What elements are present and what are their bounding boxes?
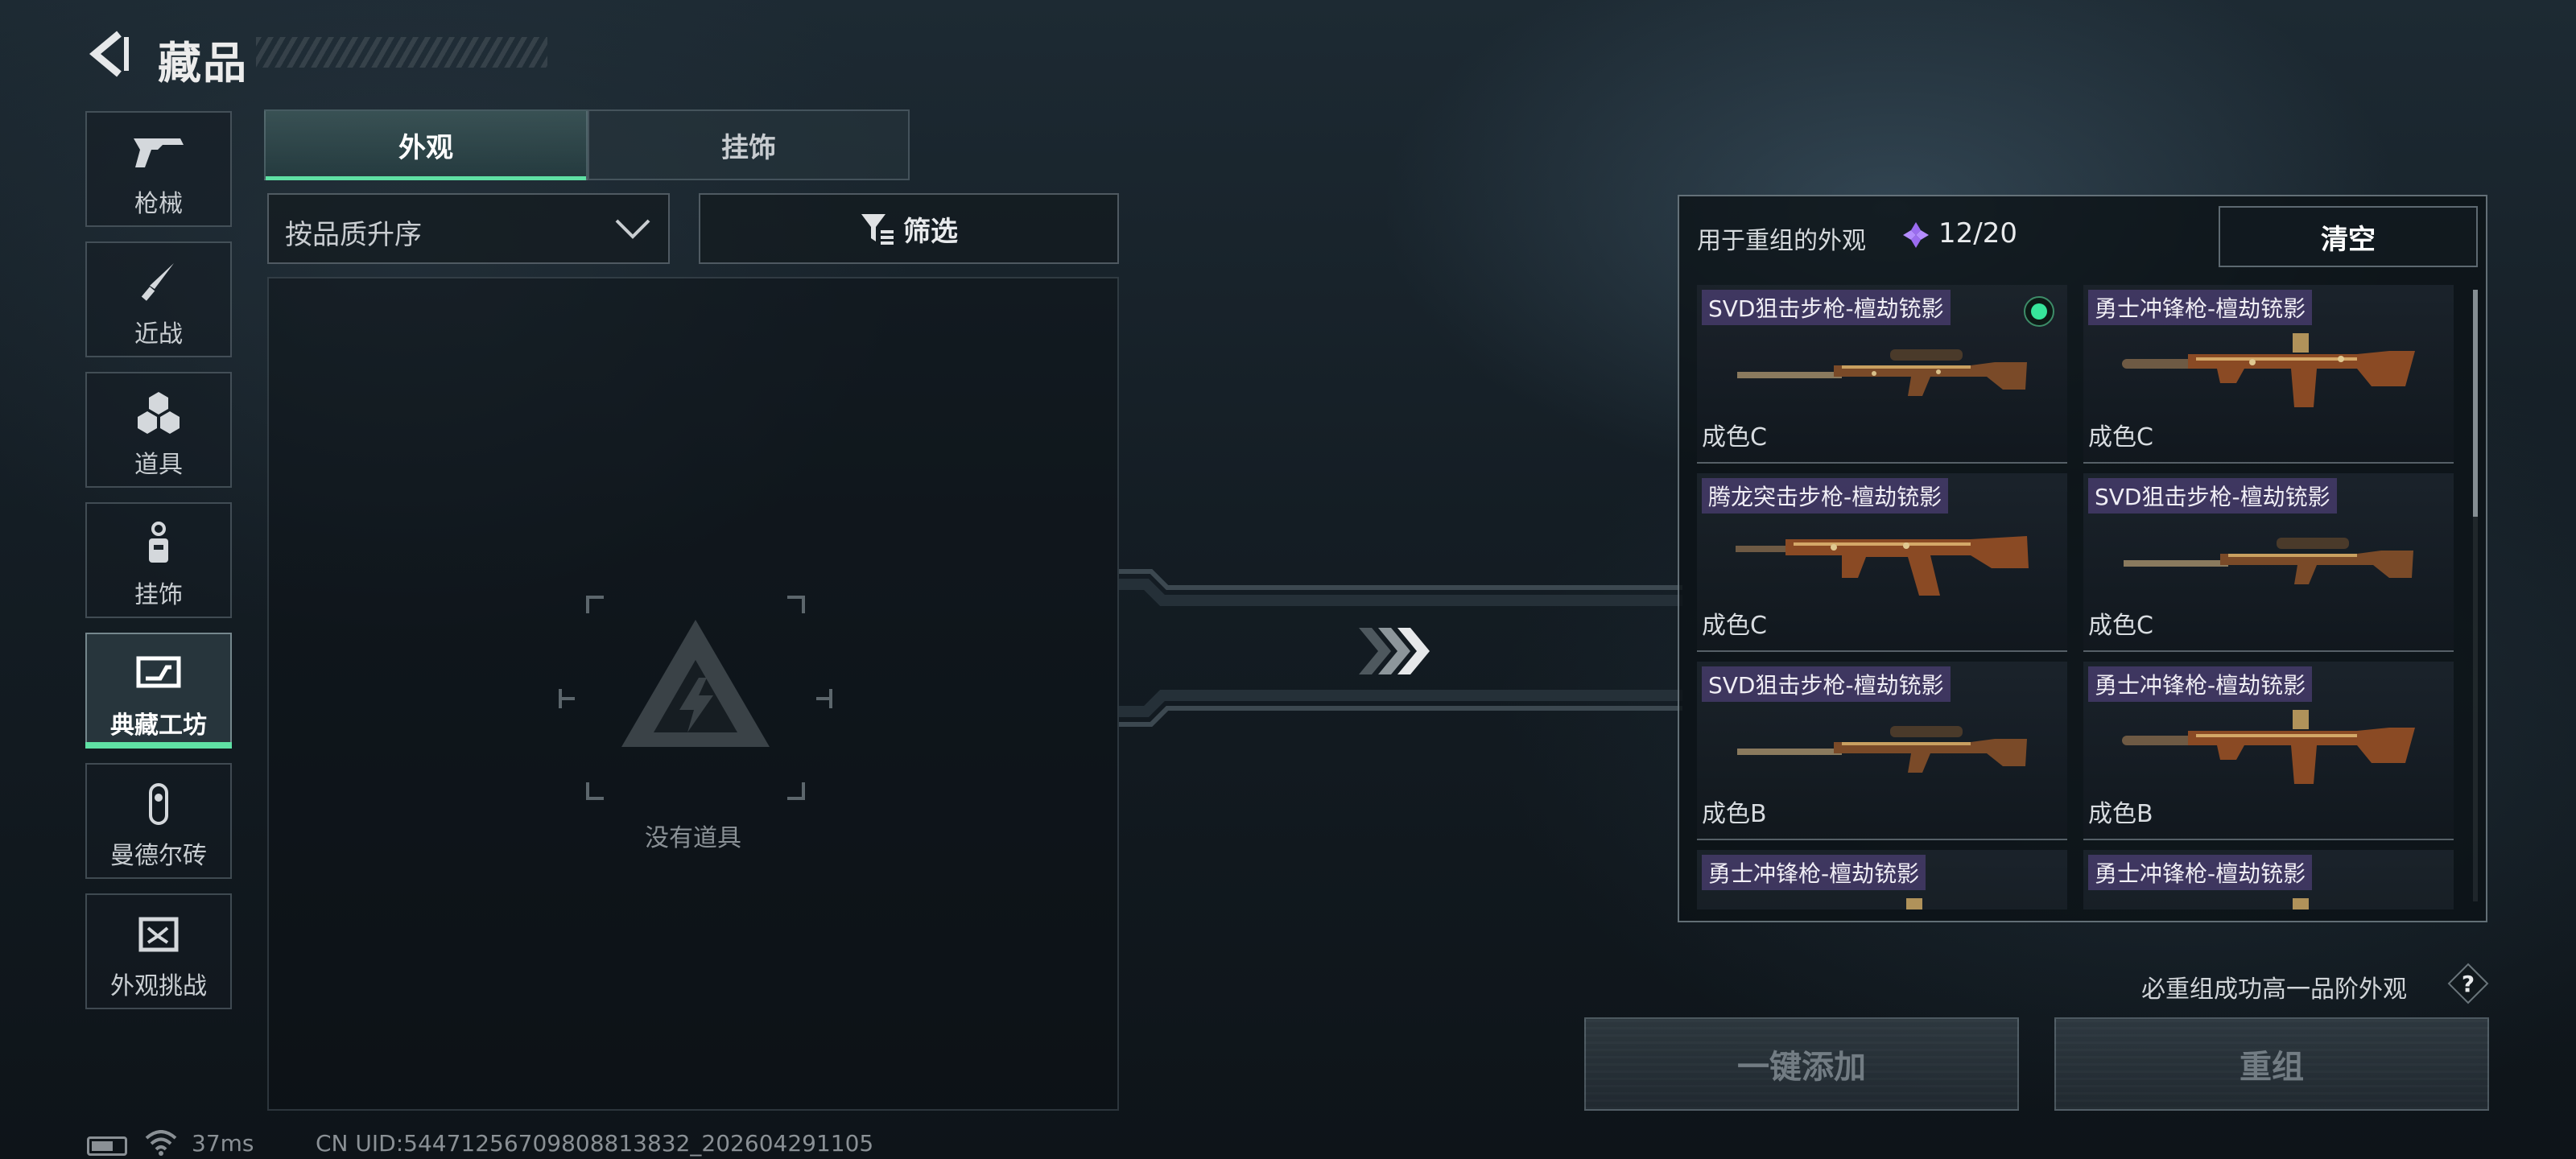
scrollbar-thumb[interactable]: [2473, 290, 2478, 517]
challenge-icon: [87, 911, 230, 958]
recombine-label: 重组: [2240, 1049, 2304, 1086]
help-icon[interactable]: ?: [2447, 963, 2489, 1004]
nav-item-mandel-brick[interactable]: 曼德尔砖: [85, 763, 232, 879]
tab-appearance[interactable]: 外观: [264, 109, 588, 180]
nav-item-melee[interactable]: 近战: [85, 241, 232, 357]
smg-icon: [2122, 333, 2415, 407]
nav-item-label: 近战: [134, 320, 183, 349]
selected-indicator-icon: [2024, 296, 2054, 327]
nav-item-workshop[interactable]: 典藏工坊: [85, 633, 232, 749]
card-name: 腾龙突击步枪-檀劫铳影: [1702, 478, 1949, 514]
add-all-label: 一键添加: [1737, 1049, 1866, 1086]
nav-item-firearms[interactable]: 枪械: [85, 111, 232, 227]
nav-item-label: 道具: [134, 451, 183, 479]
recombine-panel: 用于重组的外观 12/20 清空 SVD狙击步枪-檀劫铳影 成色C 勇士冲锋枪-…: [1678, 195, 2487, 922]
gem-icon: [1903, 222, 1929, 248]
scrollbar[interactable]: [2473, 290, 2478, 901]
smg-icon: [2293, 898, 2309, 909]
recombine-label: 用于重组的外观: [1697, 227, 1866, 255]
sniper-rifle-icon: [2124, 538, 2413, 584]
appearance-card[interactable]: SVD狙击步枪-檀劫铳影 成色B: [1697, 662, 2067, 840]
item-list-panel: 没有道具: [267, 277, 1119, 1111]
clear-button[interactable]: 清空: [2219, 206, 2478, 267]
page-title: 藏品: [158, 38, 248, 89]
tab-charms[interactable]: 挂饰: [588, 109, 910, 180]
appearance-card[interactable]: 勇士冲锋枪-檀劫铳影 成色B: [2083, 662, 2454, 840]
add-all-button[interactable]: 一键添加: [1584, 1017, 2019, 1111]
card-name: SVD狙击步枪-檀劫铳影: [2088, 478, 2337, 514]
card-quality: 成色B: [2088, 800, 2153, 828]
nav-item-props[interactable]: 道具: [85, 372, 232, 488]
filter-label: 筛选: [903, 215, 958, 248]
card-quality: 成色C: [2088, 423, 2153, 452]
card-name: 勇士冲锋枪-檀劫铳影: [2088, 855, 2313, 890]
recombine-hint: 必重组成功高一品阶外观: [2141, 975, 2407, 1004]
sniper-rifle-icon: [1737, 349, 2027, 396]
card-name: 勇士冲锋枪-檀劫铳影: [2088, 666, 2313, 702]
card-name: 勇士冲锋枪-檀劫铳影: [1702, 855, 1926, 890]
card-quality: 成色B: [1702, 800, 1767, 828]
nav-item-label: 枪械: [134, 190, 183, 218]
appearance-card[interactable]: SVD狙击步枪-檀劫铳影 成色C: [2083, 473, 2454, 652]
smg-icon: [2122, 710, 2415, 784]
charm-icon: [87, 520, 230, 567]
ping-text: 37ms: [192, 1130, 254, 1157]
title-decoration: [256, 37, 547, 68]
card-name: SVD狙击步枪-檀劫铳影: [1702, 290, 1951, 325]
nav-item-appearance-challenge[interactable]: 外观挑战: [85, 893, 232, 1009]
appearance-card[interactable]: 腾龙突击步枪-檀劫铳影 成色C: [1697, 473, 2067, 652]
svg-text:?: ?: [2462, 971, 2475, 997]
grenades-icon: [87, 390, 230, 436]
knife-icon: [87, 259, 230, 306]
nav-item-label: 典藏工坊: [110, 711, 207, 740]
card-name: SVD狙击步枪-檀劫铳影: [1702, 666, 1951, 702]
recombine-grid: SVD狙击步枪-檀劫铳影 成色C 勇士冲锋枪-檀劫铳影 成色C 腾龙突击步枪-檀…: [1697, 285, 2470, 909]
battery-icon: [87, 1136, 127, 1156]
empty-state-icon: [559, 596, 832, 800]
card-name: 勇士冲锋枪-檀劫铳影: [2088, 290, 2313, 325]
appearance-card[interactable]: 勇士冲锋枪-檀劫铳影 成色C: [2083, 285, 2454, 464]
sort-value: 按品质升序: [285, 219, 422, 251]
sort-dropdown[interactable]: 按品质升序: [267, 193, 670, 264]
filter-icon: [861, 214, 894, 245]
card-quality: 成色C: [2088, 612, 2153, 640]
filter-button[interactable]: 筛选: [699, 193, 1119, 264]
empty-state-text: 没有道具: [645, 824, 741, 852]
sniper-rifle-icon: [1737, 726, 2027, 773]
recombine-button[interactable]: 重组: [2054, 1017, 2489, 1111]
nav-item-label: 曼德尔砖: [110, 842, 207, 870]
nav-item-charms[interactable]: 挂饰: [85, 502, 232, 618]
assault-rifle-icon: [1736, 536, 2029, 596]
uid-text: CN UID:5447125670980881383​2_20260429110…: [316, 1130, 874, 1157]
appearance-card[interactable]: 勇士冲锋枪-檀劫铳影: [2083, 850, 2454, 909]
wifi-icon: [145, 1130, 177, 1156]
brick-icon: [87, 781, 230, 827]
chevron-down-icon: [615, 219, 650, 239]
card-quality: 成色C: [1702, 423, 1767, 452]
back-arrow-icon[interactable]: [84, 29, 132, 79]
forward-arrows-icon: [1359, 628, 1430, 674]
recombine-count: 12/20: [1938, 217, 2017, 250]
appearance-card[interactable]: SVD狙击步枪-檀劫铳影 成色C: [1697, 285, 2067, 464]
nav-item-label: 外观挑战: [110, 972, 207, 1000]
nav-item-label: 挂饰: [134, 581, 183, 609]
smg-icon: [1906, 898, 1922, 909]
appearance-card[interactable]: 勇士冲锋枪-檀劫铳影: [1697, 850, 2067, 909]
pistol-icon: [87, 129, 230, 175]
card-quality: 成色C: [1702, 612, 1767, 640]
workshop-icon: [87, 650, 230, 697]
